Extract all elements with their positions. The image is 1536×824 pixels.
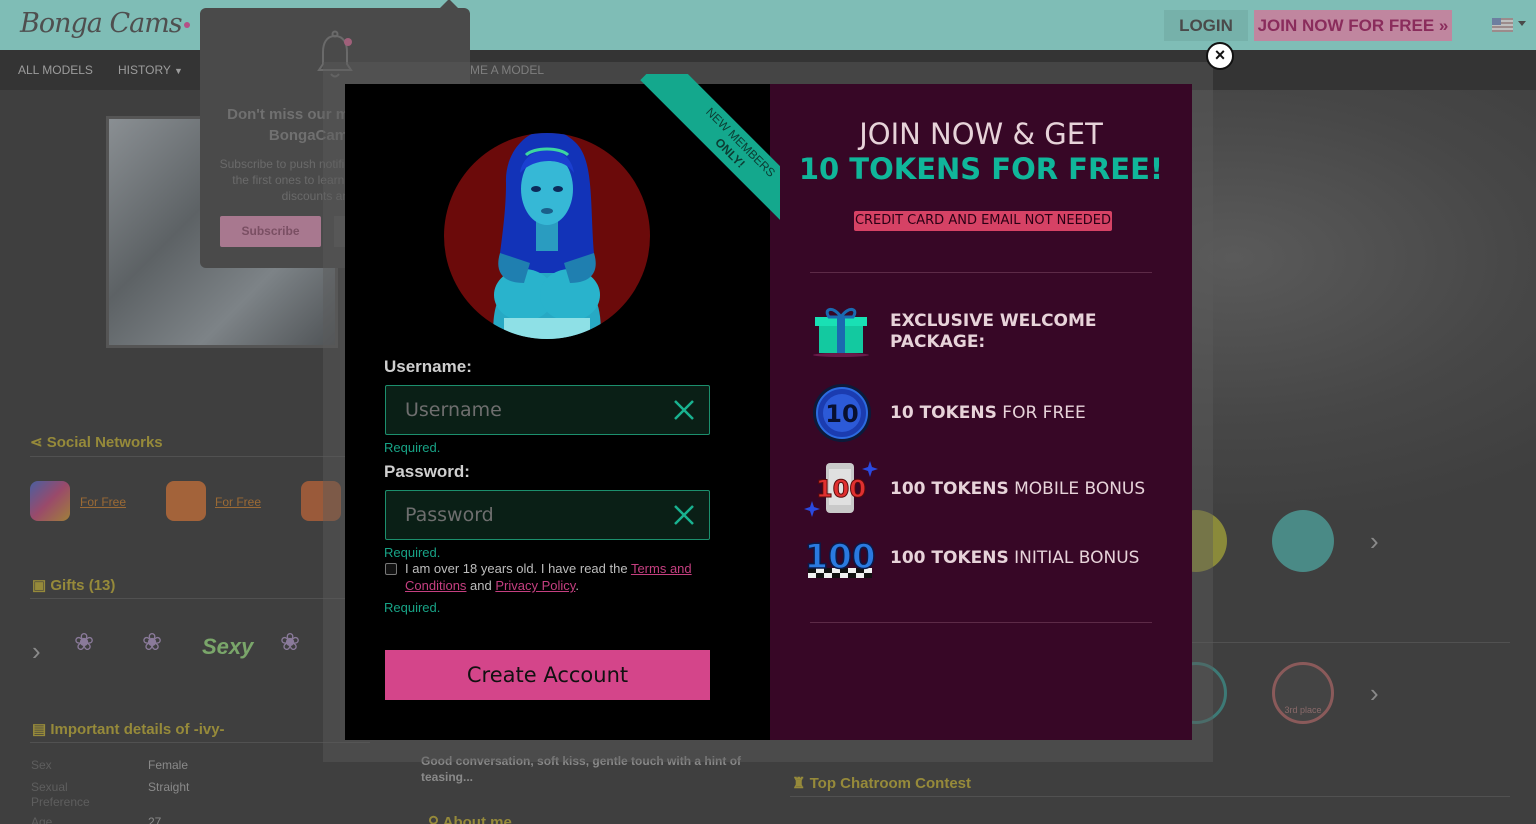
twitter-icon[interactable] — [166, 481, 206, 521]
third-place-badge-icon[interactable]: 3rd place — [1272, 662, 1334, 724]
divider — [30, 742, 370, 743]
clipboard-icon: ▤ — [32, 721, 47, 738]
perk-rest: MOBILE BONUS — [1008, 479, 1146, 499]
about-title: About me — [442, 814, 512, 824]
location-pin-icon: ⚲ — [428, 814, 439, 824]
join-now-button[interactable]: JOIN NOW FOR FREE » — [1254, 10, 1452, 41]
divider — [790, 796, 1510, 797]
ribbon-text: NEW MEMBERS ONLY! — [640, 74, 780, 243]
detail-value: Straight — [148, 780, 190, 794]
close-icon[interactable]: × — [1206, 42, 1234, 70]
join-headline: JOIN NOW & GET — [859, 117, 1103, 151]
initial-bonus-icon: 100 — [804, 536, 876, 578]
age-terms-checkbox[interactable] — [385, 563, 397, 575]
badge-place-label: 3rd place — [1284, 705, 1322, 715]
about-section: ⚲ About me — [428, 813, 512, 824]
password-label: Password: — [384, 462, 470, 481]
crown-badge-icon[interactable] — [1272, 510, 1334, 572]
model-illustration — [444, 133, 650, 339]
detail-label: Age — [31, 815, 53, 824]
create-account-button[interactable]: Create Account — [385, 650, 710, 700]
divider — [30, 456, 370, 457]
token-coin-icon: 10 — [813, 384, 871, 442]
divider — [30, 598, 370, 599]
details-section: ▤ Important details of -ivy- — [32, 720, 225, 738]
perk-rest: FOR FREE — [996, 403, 1086, 423]
gift-icon: ▣ — [32, 577, 47, 594]
perk-bold: 100 TOKENS — [890, 548, 1009, 568]
perk-mobile-bonus: 100 TOKENS MOBILE BONUS — [890, 479, 1145, 500]
gifts-section: ▣ Gifts (13) — [32, 576, 115, 594]
nav-history-label: HISTORY — [118, 63, 171, 77]
social-title: Social Networks — [46, 434, 163, 451]
girl-illustration-icon — [493, 133, 601, 339]
nav-history[interactable]: HISTORY ▼ — [118, 63, 183, 77]
chevron-down-icon[interactable] — [1518, 21, 1526, 26]
trophy-icon: ♜ — [792, 775, 806, 792]
perk-welcome-package: EXCLUSIVE WELCOME PACKAGE: — [890, 311, 1110, 353]
language-flag-icon[interactable] — [1492, 18, 1513, 32]
details-title: Important details of -ivy- — [50, 721, 225, 738]
terms-mid: and — [466, 578, 496, 593]
share-icon: ⋖ — [30, 434, 43, 451]
clear-password-icon[interactable] — [671, 502, 697, 528]
clear-username-icon[interactable] — [671, 397, 697, 423]
terms-suffix: . — [575, 578, 579, 593]
perk-10-tokens: 10 TOKENS FOR FREE — [890, 403, 1086, 424]
site-logo[interactable]: Bonga Cams — [20, 8, 183, 39]
credit-card-note: CREDIT CARD AND EMAIL NOT NEEDED — [854, 211, 1112, 231]
contest-section: ♜ Top Chatroom Contest — [792, 774, 971, 792]
token-10-label: 10 — [825, 400, 858, 428]
terms-required: Required. — [384, 600, 441, 615]
caret-down-icon: ▼ — [174, 66, 183, 76]
ribbon-line1: NEW MEMBERS — [703, 104, 779, 180]
username-label: Username: — [384, 357, 472, 376]
privacy-link[interactable]: Privacy Policy — [495, 578, 575, 593]
terms-prefix: I am over 18 years old. I have read the — [405, 561, 631, 576]
perk-initial-bonus: 100 TOKENS INITIAL BONUS — [890, 548, 1139, 569]
mobile-bonus-icon: 100 — [804, 461, 878, 517]
perk-bold: EXCLUSIVE WELCOME PACKAGE: — [890, 311, 1097, 352]
login-button[interactable]: LOGIN — [1164, 10, 1248, 41]
rose-gift-icon[interactable]: ❀ — [280, 628, 300, 657]
username-required: Required. — [384, 440, 441, 455]
social-section: ⋖ Social Networks — [30, 433, 163, 451]
detail-value: Female — [148, 758, 189, 772]
contest-title: Top Chatroom Contest — [809, 775, 971, 792]
chevron-right-icon[interactable]: › — [32, 636, 41, 667]
token-100-initial-label: 100 — [805, 537, 876, 577]
perk-bold: 100 TOKENS — [890, 479, 1009, 499]
detail-label: Sex — [31, 758, 52, 772]
rose-gift-icon[interactable]: ❀ — [142, 628, 162, 657]
subscribe-button[interactable]: Subscribe — [220, 216, 321, 247]
detail-label: Sexual Preference — [31, 780, 90, 809]
tokens-headline: 10 TOKENS FOR FREE! — [798, 152, 1164, 186]
status-dot — [184, 22, 190, 28]
username-input[interactable] — [385, 385, 710, 435]
chevron-right-icon[interactable]: › — [1370, 526, 1379, 557]
password-required: Required. — [384, 545, 441, 560]
twitter-link[interactable]: For Free — [215, 495, 261, 509]
token-100-mobile-label: 100 — [816, 475, 866, 503]
sexy-gift-icon[interactable]: Sexy — [202, 634, 253, 660]
instagram-link[interactable]: For Free — [80, 495, 126, 509]
chevron-right-icon[interactable]: › — [1370, 678, 1379, 709]
terms-text: I am over 18 years old. I have read the … — [405, 560, 715, 594]
popup-arrow — [440, 0, 458, 8]
instagram-icon[interactable] — [30, 481, 70, 521]
divider — [810, 622, 1152, 623]
gifts-title: Gifts (13) — [50, 577, 116, 594]
perk-bold: 10 TOKENS — [890, 403, 997, 423]
rose-gift-icon[interactable]: ❀ — [74, 628, 94, 657]
detail-value: 27 — [148, 815, 162, 824]
divider — [810, 272, 1152, 273]
nav-all-models[interactable]: ALL MODELS — [18, 63, 93, 77]
password-input[interactable] — [385, 490, 710, 540]
gift-box-icon — [813, 308, 869, 357]
perk-rest: INITIAL BONUS — [1008, 548, 1140, 568]
